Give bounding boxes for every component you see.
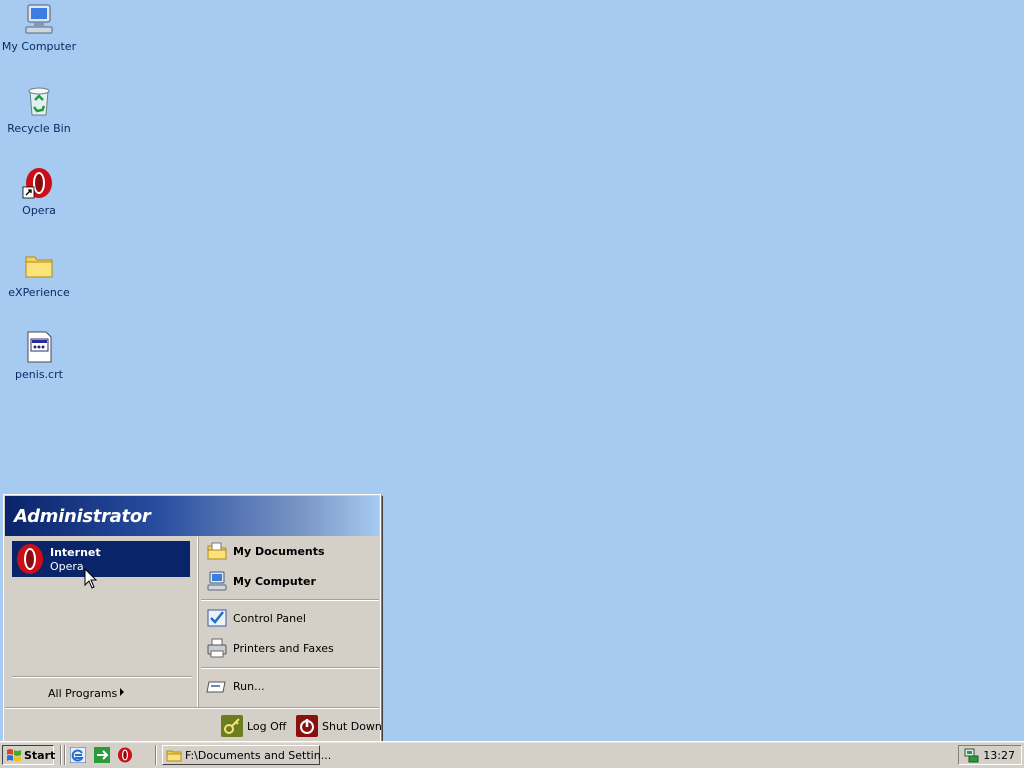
show-desktop-icon[interactable] xyxy=(94,747,110,763)
task-button-label: F:\Documents and Settin... xyxy=(185,749,332,762)
menu-item-label: Printers and Faxes xyxy=(233,642,334,655)
my-documents-icon xyxy=(207,542,227,560)
all-programs-button[interactable]: All Programs xyxy=(48,687,188,703)
my-computer-icon xyxy=(207,571,227,591)
start-button[interactable]: Start xyxy=(2,745,56,765)
task-button-explorer[interactable]: F:\Documents and Settin... xyxy=(162,745,331,765)
key-icon xyxy=(221,715,243,737)
menu-item-label: Control Panel xyxy=(233,612,306,625)
separator xyxy=(201,667,379,669)
desktop-icon-label: Recycle Bin xyxy=(7,122,71,135)
recycle-bin-icon xyxy=(28,87,50,116)
pinned-item-title: Internet xyxy=(50,546,101,559)
log-off-label: Log Off xyxy=(247,720,287,733)
separator xyxy=(12,676,192,678)
system-tray: 13:27 xyxy=(958,745,1022,765)
log-off-button[interactable]: Log Off xyxy=(221,715,291,737)
folder-icon xyxy=(25,256,53,278)
start-menu: Administrator Internet Opera All Program… xyxy=(3,494,382,742)
start-menu-right-pane: My Documents My Computer Control Panel P… xyxy=(197,537,381,707)
shut-down-label: Shut Down xyxy=(322,720,382,733)
mouse-cursor-icon xyxy=(84,568,98,589)
menu-item-printers-faxes[interactable]: Printers and Faxes xyxy=(204,635,378,661)
menu-item-label: My Computer xyxy=(233,575,316,588)
arrow-right-icon xyxy=(120,688,124,696)
desktop-icon-experience[interactable]: eXPerience xyxy=(1,248,77,299)
run-icon xyxy=(206,681,226,693)
start-menu-header: Administrator xyxy=(5,496,379,536)
control-panel-icon xyxy=(207,609,227,627)
menu-item-label: Run... xyxy=(233,680,265,693)
shut-down-button[interactable]: Shut Down xyxy=(296,715,382,737)
desktop-icon-penis-crt[interactable]: penis.crt xyxy=(1,330,77,381)
start-menu-footer: Log Off Shut Down xyxy=(5,707,382,741)
separator xyxy=(155,745,157,765)
user-name: Administrator xyxy=(14,506,151,527)
desktop-icon-recycle-bin[interactable]: Recycle Bin xyxy=(1,84,77,135)
pinned-item-subtitle: Opera xyxy=(50,560,84,573)
desktop-icon-label: My Computer xyxy=(1,40,77,53)
menu-item-control-panel[interactable]: Control Panel xyxy=(204,605,378,631)
all-programs-label: All Programs xyxy=(48,687,118,700)
desktop-icon-label: penis.crt xyxy=(15,368,63,381)
network-icon[interactable] xyxy=(963,747,979,763)
menu-item-my-documents[interactable]: My Documents xyxy=(204,538,378,564)
desktop-icon-my-computer[interactable]: My Computer xyxy=(1,2,77,53)
opera-icon xyxy=(22,168,52,199)
windows-logo-icon xyxy=(7,749,21,762)
taskbar: Start F:\Documents and Settin... 13:27 xyxy=(0,741,1024,768)
printer-icon xyxy=(207,638,227,658)
start-label: Start xyxy=(24,749,56,762)
folder-icon xyxy=(166,750,182,762)
desktop-icon-opera[interactable]: Opera xyxy=(1,166,77,217)
desktop-icon-label: eXPerience xyxy=(8,286,70,299)
ie-icon[interactable] xyxy=(70,747,86,763)
desktop-icon-label: Opera xyxy=(22,204,56,217)
separator xyxy=(201,599,379,601)
my-computer-icon xyxy=(25,4,53,34)
menu-item-label: My Documents xyxy=(233,545,325,558)
start-menu-left-pane: Internet Opera All Programs xyxy=(5,537,195,707)
menu-item-my-computer[interactable]: My Computer xyxy=(204,568,378,594)
opera-icon[interactable] xyxy=(117,747,133,763)
separator xyxy=(60,745,62,765)
power-icon xyxy=(296,715,318,737)
menu-item-run[interactable]: Run... xyxy=(204,673,378,699)
opera-icon xyxy=(17,544,43,574)
certificate-file-icon xyxy=(27,331,52,363)
pinned-item-internet-opera[interactable]: Internet Opera xyxy=(12,541,190,577)
clock[interactable]: 13:27 xyxy=(983,749,1015,762)
separator xyxy=(64,745,66,765)
